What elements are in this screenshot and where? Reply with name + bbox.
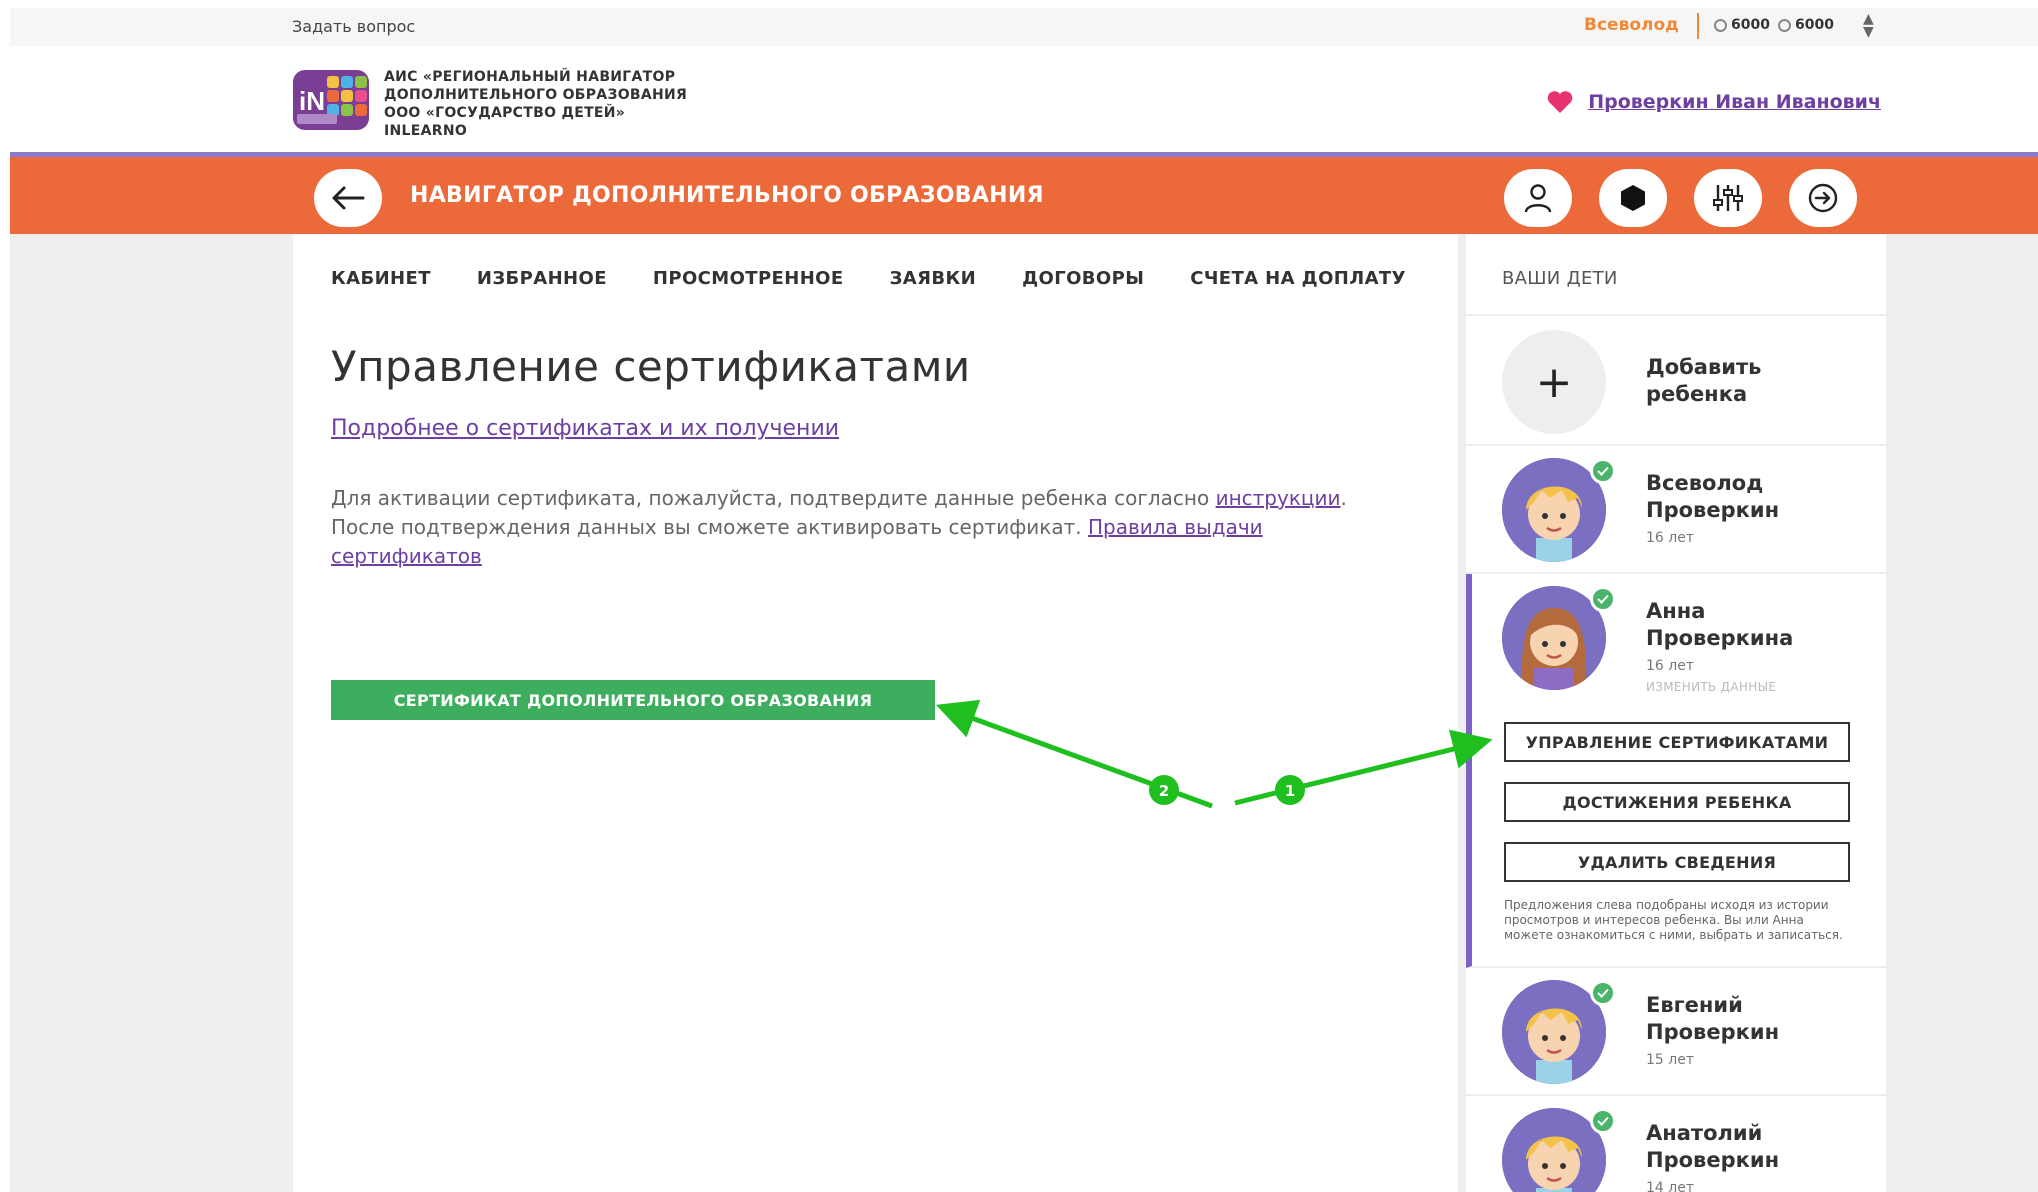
- child-age: 16 лет: [1646, 530, 1694, 546]
- logo[interactable]: iN: [293, 70, 369, 130]
- child-card[interactable]: Всеволод Проверкин 16 лет: [1466, 446, 1886, 574]
- child-name: Анна Проверкина: [1646, 598, 1793, 652]
- tab-contracts[interactable]: ДОГОВОРЫ: [1022, 268, 1144, 289]
- children-sidebar: ВАШИ ДЕТИ + Добавить ребенка Всеволод Пр…: [1466, 234, 1886, 1192]
- clock-icon: [1778, 18, 1791, 32]
- org-line: АИС «РЕГИОНАЛЬНЫЙ НАВИГАТОР: [384, 69, 676, 85]
- verified-icon: [1590, 980, 1616, 1006]
- sliders-icon: [1713, 185, 1743, 211]
- instructions-text: После подтверждения данных вы сможете ак…: [331, 515, 1089, 539]
- child-first-name: Всеволод: [1646, 471, 1764, 495]
- verified-icon: [1590, 586, 1616, 612]
- logout-button[interactable]: [1789, 169, 1857, 227]
- verified-icon: [1590, 458, 1616, 484]
- certificates-info-link[interactable]: Подробнее о сертификатах и их получении: [331, 416, 839, 441]
- catalog-button[interactable]: [1599, 169, 1667, 227]
- instructions-text: .: [1340, 486, 1347, 510]
- child-card[interactable]: Евгений Проверкин 15 лет: [1466, 968, 1886, 1096]
- hexagon-icon: [1621, 185, 1645, 211]
- page-title: Управление сертификатами: [331, 342, 971, 391]
- org-line: INLEARNO: [384, 123, 468, 139]
- organization-name: АИС «РЕГИОНАЛЬНЫЙ НАВИГАТОР ДОПОЛНИТЕЛЬН…: [384, 68, 687, 140]
- child-age: 15 лет: [1646, 1052, 1694, 1068]
- utility-bar: Задать вопрос Всеволод 6000 6000 ▲ ▼: [10, 8, 2038, 46]
- org-line: ДОПОЛНИТЕЛЬНОГО ОБРАЗОВАНИЯ: [384, 87, 688, 103]
- sort-toggle-icon[interactable]: ▲ ▼: [1863, 12, 1874, 39]
- child-last-name: Проверкин: [1646, 1020, 1780, 1044]
- logo-tiles: [327, 76, 367, 116]
- exit-icon: [1808, 183, 1838, 213]
- user-icon: [1524, 184, 1552, 213]
- instructions-text: Для активации сертификата, пожалуйста, п…: [331, 486, 1216, 510]
- balance-primary-value: 6000: [1731, 17, 1770, 33]
- child-name: Евгений Проверкин: [1646, 992, 1779, 1046]
- balance-secondary-value: 6000: [1795, 17, 1834, 33]
- heart-icon: [1547, 91, 1573, 113]
- tab-invoices[interactable]: СЧЕТА НА ДОПЛАТУ: [1190, 268, 1406, 289]
- add-child-label-line: Добавить: [1646, 355, 1762, 379]
- current-child-name[interactable]: Всеволод: [1584, 15, 1679, 35]
- children-heading-label: ВАШИ ДЕТИ: [1502, 268, 1618, 289]
- ask-question-link[interactable]: Задать вопрос: [292, 17, 415, 36]
- activation-instructions: Для активации сертификата, пожалуйста, п…: [331, 484, 1411, 571]
- child-age: 16 лет: [1646, 658, 1694, 674]
- coin-icon: [1714, 18, 1727, 32]
- profile: Проверкин Иван Иванович: [1546, 90, 1881, 114]
- tab-applications[interactable]: ЗАЯВКИ: [890, 268, 976, 289]
- divider: [1697, 13, 1699, 39]
- org-line: ООО «ГОСУДАРСТВО ДЕТЕЙ»: [384, 105, 626, 121]
- add-child-card[interactable]: + Добавить ребенка: [1466, 316, 1886, 446]
- child-name: Всеволод Проверкин: [1646, 470, 1779, 524]
- child-first-name: Анатолий: [1646, 1121, 1763, 1145]
- tab-viewed[interactable]: ПРОСМОТРЕННОЕ: [653, 268, 844, 289]
- tab-cabinet[interactable]: КАБИНЕТ: [331, 268, 431, 289]
- plus-icon: +: [1502, 330, 1606, 434]
- certificate-button[interactable]: СЕРТИФИКАТ ДОПОЛНИТЕЛЬНОГО ОБРАЗОВАНИЯ: [331, 680, 935, 720]
- cabinet-tabs: КАБИНЕТ ИЗБРАННОЕ ПРОСМОТРЕННОЕ ЗАЯВКИ Д…: [331, 268, 1406, 289]
- add-child-label: Добавить ребенка: [1646, 354, 1761, 408]
- logo-mark: iN: [299, 86, 325, 116]
- verified-icon: [1590, 1108, 1616, 1134]
- instructions-link[interactable]: инструкции: [1216, 486, 1341, 510]
- delete-data-button[interactable]: УДАЛИТЬ СВЕДЕНИЯ: [1504, 842, 1850, 882]
- child-last-name: Проверкин: [1646, 498, 1780, 522]
- issuing-rules-link-continued[interactable]: сертификатов: [331, 544, 482, 568]
- children-heading: ВАШИ ДЕТИ: [1466, 234, 1886, 316]
- back-button[interactable]: [314, 169, 382, 227]
- balance-secondary: 6000: [1778, 17, 1834, 33]
- add-child-label-line: ребенка: [1646, 382, 1748, 406]
- tab-favorites[interactable]: ИЗБРАННОЕ: [477, 268, 607, 289]
- filters-button[interactable]: [1694, 169, 1762, 227]
- child-card[interactable]: Анатолий Проверкин 14 лет: [1466, 1096, 1886, 1192]
- navigator-title: НАВИГАТОР ДОПОЛНИТЕЛЬНОГО ОБРАЗОВАНИЯ: [410, 183, 1044, 208]
- arrow-left-icon: [332, 186, 365, 210]
- child-name: Анатолий Проверкин: [1646, 1120, 1779, 1174]
- balance-primary: 6000: [1714, 17, 1770, 33]
- profile-button[interactable]: [1504, 169, 1572, 227]
- manage-certificates-button[interactable]: УПРАВЛЕНИЕ СЕРТИФИКАТАМИ: [1504, 722, 1850, 762]
- child-last-name: Проверкина: [1646, 626, 1794, 650]
- child-first-name: Евгений: [1646, 993, 1743, 1017]
- edit-data-link[interactable]: ИЗМЕНИТЬ ДАННЫЕ: [1646, 680, 1776, 694]
- navigator-bar: НАВИГАТОР ДОПОЛНИТЕЛЬНОГО ОБРАЗОВАНИЯ: [10, 152, 2038, 234]
- profile-name-link[interactable]: Проверкин Иван Иванович: [1588, 91, 1881, 113]
- site-header: iN АИС «РЕГИОНАЛЬНЫЙ НАВИГАТОР ДОПОЛНИТЕ…: [10, 46, 2038, 152]
- issuing-rules-link[interactable]: Правила выдачи: [1088, 515, 1263, 539]
- recommendation-hint: Предложения слева подобраны исходя из ис…: [1504, 898, 1843, 942]
- child-last-name: Проверкин: [1646, 1148, 1780, 1172]
- page: Задать вопрос Всеволод 6000 6000 ▲ ▼ iN А…: [10, 8, 2038, 1192]
- child-age: 14 лет: [1646, 1180, 1694, 1192]
- child-first-name: Анна: [1646, 599, 1706, 623]
- logo-caption: [297, 114, 337, 124]
- main-content: КАБИНЕТ ИЗБРАННОЕ ПРОСМОТРЕННОЕ ЗАЯВКИ Д…: [293, 234, 1458, 1192]
- achievements-button[interactable]: ДОСТИЖЕНИЯ РЕБЕНКА: [1504, 782, 1850, 822]
